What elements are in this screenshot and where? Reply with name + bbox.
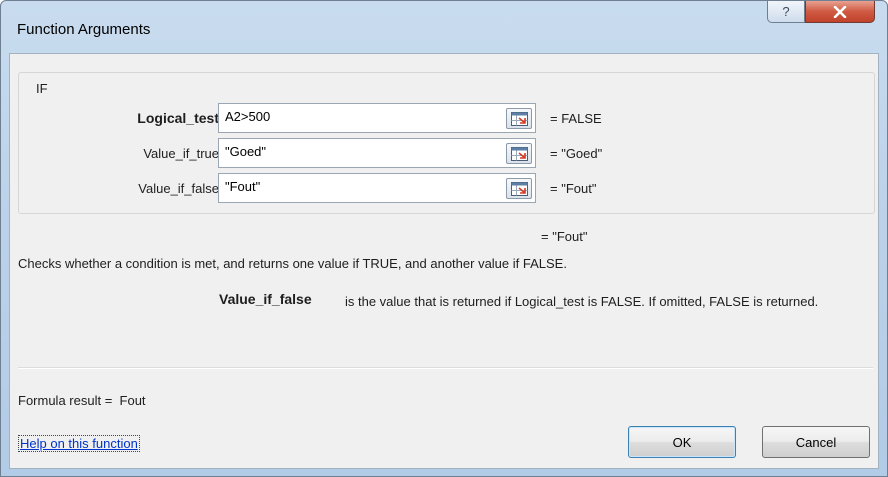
value-if-true-input[interactable]: "Goed" [218, 138, 536, 168]
argument-row-value-if-true: Value_if_true "Goed" = "Goed" [19, 138, 879, 170]
close-button[interactable] [805, 1, 875, 23]
formula-result: Formula result = Fout [18, 393, 146, 408]
argument-help-name: Value_if_false [219, 291, 312, 307]
formula-result-label: Formula result = [18, 393, 113, 408]
input-value: "Fout" [225, 179, 261, 194]
range-selector-icon [511, 182, 528, 196]
function-description: Checks whether a condition is met, and r… [18, 256, 567, 271]
argument-label: Value_if_false [138, 181, 219, 196]
overall-result: = "Fout" [541, 229, 588, 244]
help-on-function-link[interactable]: Help on this function [18, 435, 140, 452]
range-selector-button[interactable] [506, 108, 532, 129]
dialog-title: Function Arguments [17, 21, 151, 38]
cancel-button[interactable]: Cancel [762, 426, 870, 458]
range-selector-icon [511, 147, 528, 161]
argument-label: Logical_test [137, 110, 219, 126]
argument-result: = "Fout" [550, 181, 597, 196]
range-selector-button[interactable] [506, 143, 532, 164]
argument-result: = FALSE [550, 111, 602, 126]
formula-result-value: Fout [119, 393, 146, 408]
logical-test-input[interactable]: A2>500 [218, 103, 536, 133]
function-name-label: IF [33, 81, 51, 96]
ok-button[interactable]: OK [628, 426, 736, 458]
argument-row-value-if-false: Value_if_false "Fout" = "Fout" [19, 173, 879, 205]
function-arguments-dialog: Function Arguments ? IF Logical_test A2>… [0, 0, 888, 477]
argument-label: Value_if_true [143, 146, 219, 161]
close-icon [833, 5, 847, 18]
argument-result: = "Goed" [550, 146, 603, 161]
divider [18, 367, 873, 369]
value-if-false-input[interactable]: "Fout" [218, 173, 536, 203]
title-bar[interactable]: Function Arguments ? [1, 1, 887, 53]
input-value: A2>500 [225, 109, 271, 124]
argument-row-logical-test: Logical_test A2>500 = FALSE [19, 103, 879, 135]
arguments-group: IF Logical_test A2>500 = FALSE Value_if_… [18, 72, 875, 214]
range-selector-button[interactable] [506, 178, 532, 199]
argument-help-text: is the value that is returned if Logical… [345, 294, 819, 309]
range-selector-icon [511, 112, 528, 126]
help-button[interactable]: ? [767, 1, 805, 23]
input-value: "Goed" [225, 144, 267, 159]
dialog-body: IF Logical_test A2>500 = FALSE Value_if_… [9, 53, 879, 469]
question-mark-icon: ? [782, 4, 790, 19]
